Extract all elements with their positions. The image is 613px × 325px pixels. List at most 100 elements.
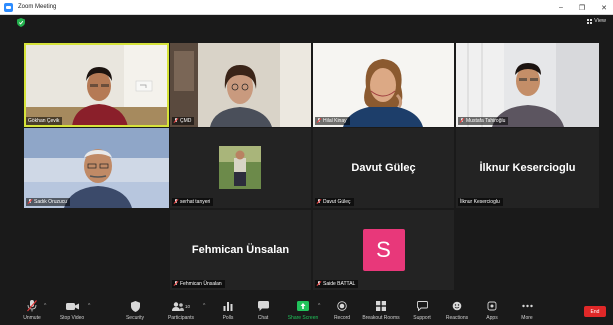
support-button[interactable]: Support [402,300,442,324]
participant-avatar: S [362,229,405,271]
participant-name: serhat tanyeri [180,199,211,205]
participant-video [24,43,169,127]
participant-name: Saide BATTAL [323,281,356,287]
video-tile[interactable]: ÇMD [170,43,311,127]
title-bar: Zoom Meeting – ❐ ✕ [0,0,613,15]
view-label: View [594,18,606,24]
participant-display-name: İlknur Kesercioglu [479,162,576,174]
share-screen-button[interactable]: Share Screen [283,300,323,324]
muted-mic-icon [317,281,321,287]
security-button[interactable]: Security [115,300,155,324]
participant-video [24,128,169,208]
stop-video-label: Stop Video [59,315,85,321]
chat-button[interactable]: Chat [243,300,283,324]
participants-options-chevron-icon[interactable]: ^ [203,303,205,309]
encryption-shield-icon[interactable] [17,18,25,27]
breakout-rooms-grid-icon [376,300,386,312]
muted-mic-icon [174,199,178,205]
participant-name-label: İlknur Kesercioglu [458,198,503,206]
participant-name: Hilal Kinay [323,118,347,124]
participant-video [170,43,311,127]
zoom-logo-icon [4,2,13,12]
participant-name-label: Gökhan Çevik [26,117,63,125]
participant-display-name: Fehmican Ünsalan [191,244,290,256]
participants-label: Participants [167,315,195,321]
participant-name-label: Fehmican Ünsalan [172,280,225,288]
audio-options-chevron-icon[interactable]: ^ [44,303,46,309]
participant-name-label: serhat tanyeri [172,198,214,206]
video-options-chevron-icon[interactable]: ^ [88,303,90,309]
participant-video [313,43,454,127]
reactions-button[interactable]: Reactions [437,300,477,324]
muted-mic-icon [174,281,178,287]
stop-video-button[interactable]: Stop Video [52,300,92,324]
participant-profile-photo [170,128,311,208]
muted-mic-icon [28,199,32,205]
chat-bubble-icon [257,300,269,312]
meeting-toolbar: Unmute ^ Stop Video ^ Security 10 Partic… [0,298,613,325]
window-controls: – ❐ ✕ [559,0,607,15]
video-tile[interactable]: Sadık Oruzucu [24,128,169,208]
participant-name: İlknur Kesercioglu [460,199,500,205]
video-tile[interactable]: Fehmican Ünsalan Fehmican Ünsalan [170,210,311,290]
reactions-label: Reactions [445,315,469,321]
support-label: Support [413,315,431,321]
chat-label: Chat [257,315,269,321]
participant-name-label: ÇMD [172,117,195,125]
video-tile[interactable]: Gökhan Çevik [24,43,169,127]
reactions-smiley-icon [452,300,462,312]
participant-name-label: Hilal Kinay [315,117,350,125]
security-label: Security [125,315,145,321]
muted-mic-icon [460,118,464,124]
view-button[interactable]: View [587,18,606,24]
participant-display-name: Davut Güleç [351,162,416,174]
window-title: Zoom Meeting [18,4,57,10]
muted-mic-icon [317,199,321,205]
polls-bar-chart-icon [223,300,233,312]
participant-name: Fehmican Ünsalan [180,281,222,287]
participant-name: Gökhan Çevik [28,118,60,124]
participants-count: 10 [184,303,190,309]
participant-name: Mustafa Tahiroğlu [466,118,506,124]
more-button[interactable]: More [507,300,547,324]
record-label: Record [333,315,351,321]
unmute-label: Unmute [23,315,41,321]
video-tile[interactable]: S Saide BATTAL [313,210,454,290]
record-button[interactable]: Record [322,300,362,324]
more-label: More [521,315,533,321]
grid-view-icon [587,18,593,24]
video-tile[interactable]: Hilal Kinay [313,43,454,127]
video-tile[interactable]: serhat tanyeri [170,128,311,208]
apps-button[interactable]: Apps [472,300,512,324]
participant-name-label: Sadık Oruzucu [26,198,71,206]
share-screen-arrow-icon [297,300,309,312]
participant-name: Sadık Oruzucu [34,199,68,205]
participant-name-label: Davut Güleç [315,198,354,206]
breakout-rooms-button[interactable]: Breakout Rooms [361,300,401,324]
muted-mic-icon [317,118,321,124]
polls-button[interactable]: Polls [208,300,248,324]
share-screen-label: Share Screen [287,315,319,321]
meeting-top-strip: View [0,15,613,29]
minimize-button[interactable]: – [559,4,563,11]
participants-button[interactable]: 10 Participants [161,300,201,324]
breakout-rooms-label: Breakout Rooms [362,315,400,321]
security-shield-icon [130,300,140,312]
participant-name-label: Mustafa Tahiroğlu [458,117,509,125]
share-options-chevron-icon[interactable]: ^ [318,303,320,309]
polls-label: Polls [222,315,234,321]
end-meeting-button[interactable]: End [584,306,606,317]
close-button[interactable]: ✕ [601,4,607,12]
muted-microphone-icon [27,300,37,312]
apps-icon [487,300,497,312]
apps-label: Apps [486,315,498,321]
video-tile[interactable]: İlknur Kesercioglu İlknur Kesercioglu [456,128,599,208]
maximize-button[interactable]: ❐ [579,4,585,12]
support-speech-icon [416,300,428,312]
participant-name: ÇMD [180,118,192,124]
video-tile[interactable]: Davut Güleç Davut Güleç [313,128,454,208]
participant-name: Davut Güleç [323,199,351,205]
video-tile[interactable]: Mustafa Tahiroğlu [456,43,599,127]
muted-mic-icon [174,118,178,124]
video-camera-icon [65,300,79,312]
